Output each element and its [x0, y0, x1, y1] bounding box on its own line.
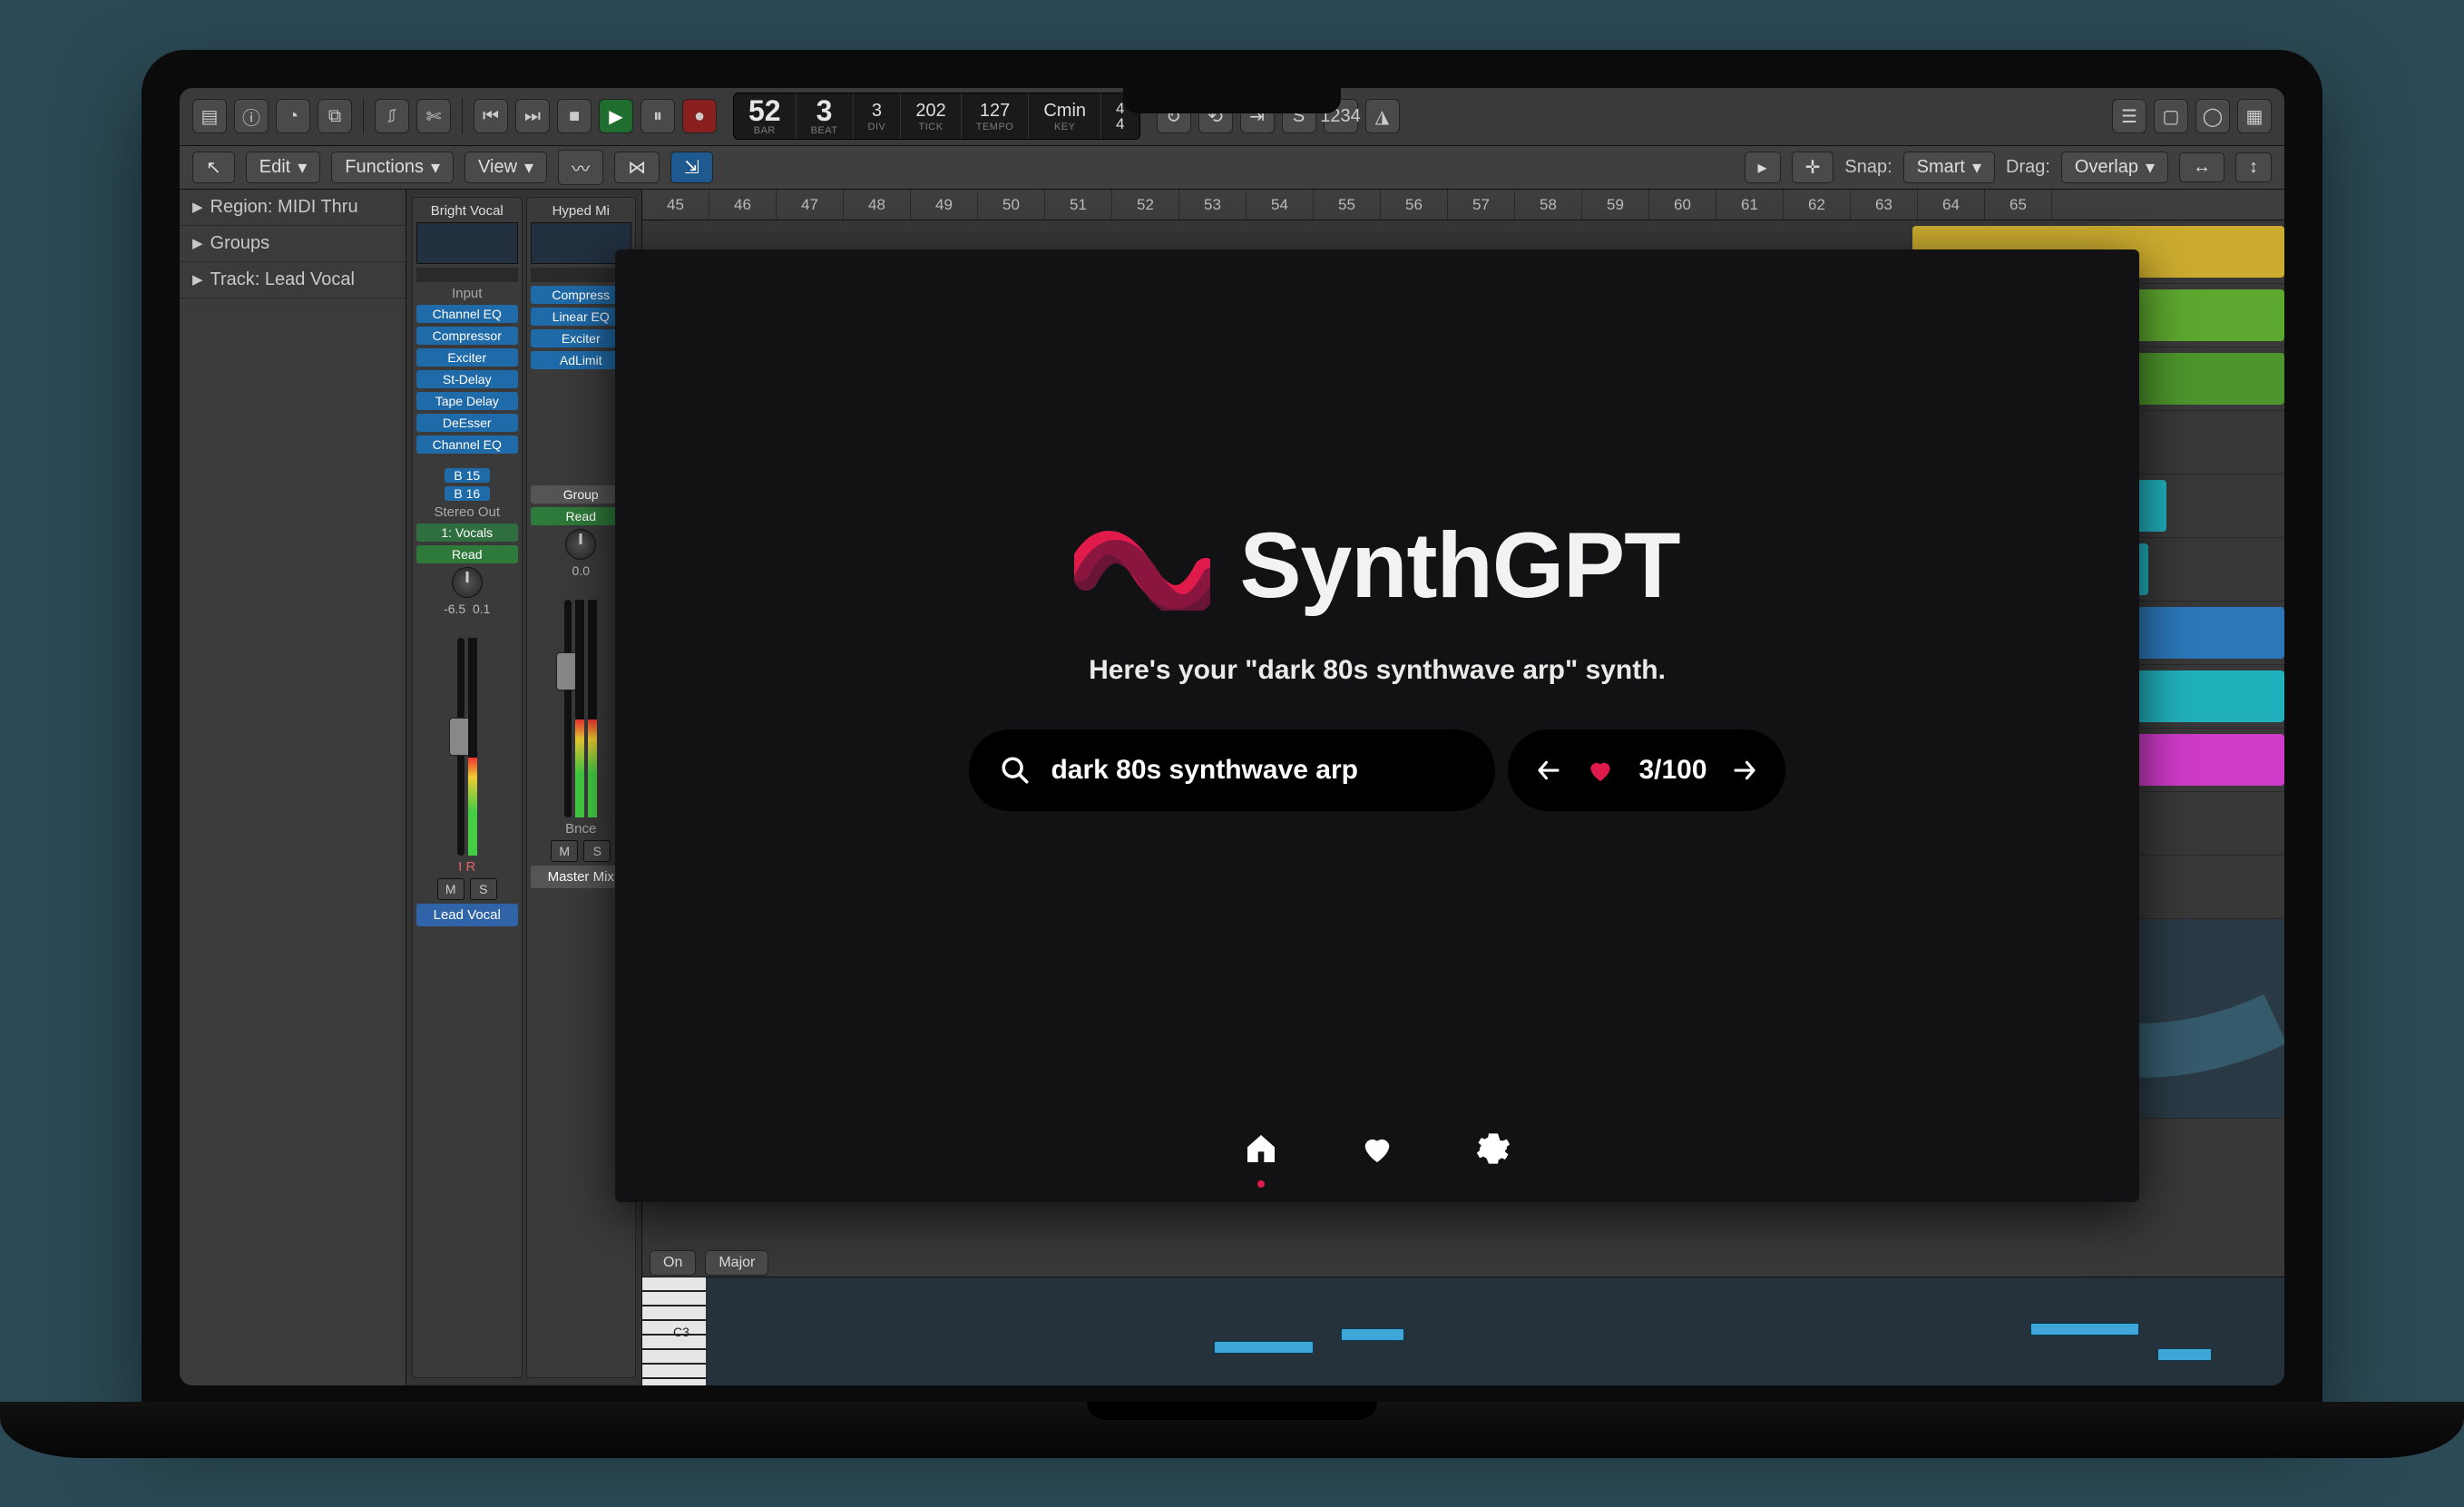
- nav-home-button[interactable]: [1243, 1130, 1279, 1171]
- nav-settings-button[interactable]: [1475, 1130, 1511, 1171]
- channel-name[interactable]: Lead Vocal: [416, 904, 518, 926]
- favorite-button[interactable]: [1586, 756, 1615, 785]
- snap-select[interactable]: Smart ▾: [1903, 152, 1995, 183]
- lcd-beat: 3: [816, 96, 833, 125]
- insert-slot[interactable]: Exciter: [416, 348, 518, 367]
- mute-button[interactable]: M: [551, 840, 578, 862]
- piano-on[interactable]: On: [650, 1250, 696, 1276]
- track-inspector[interactable]: ▶Track: Lead Vocal: [180, 262, 406, 298]
- insert-slot[interactable]: Channel EQ: [416, 305, 518, 323]
- forward-button[interactable]: ⏭: [515, 99, 550, 133]
- hzoom-icon[interactable]: ↔: [2179, 152, 2224, 182]
- snap-label: Snap:: [1844, 157, 1892, 178]
- pan-knob[interactable]: [452, 567, 483, 598]
- stop-button[interactable]: ■: [557, 99, 592, 133]
- wave-logo-icon: [1074, 520, 1210, 611]
- metronome-icon[interactable]: ◮: [1365, 99, 1400, 133]
- solo-button[interactable]: S: [470, 878, 497, 900]
- tool-marquee[interactable]: ✛: [1792, 152, 1834, 183]
- editors-icon[interactable]: ✄: [416, 99, 451, 133]
- edit-menu[interactable]: Edit ▾: [246, 152, 321, 183]
- transport-lcd[interactable]: 52BAR 3BEAT 3DIV 202TICK 127TEMPO CminKE…: [733, 93, 1140, 140]
- pointer-tool[interactable]: ↖: [192, 152, 235, 183]
- volume-fader[interactable]: [564, 600, 572, 817]
- gear-icon: [1475, 1130, 1511, 1167]
- drag-label: Drag:: [2006, 157, 2050, 178]
- laptop-notch: [1123, 88, 1341, 113]
- volume-fader[interactable]: [457, 638, 464, 856]
- view-menu[interactable]: View ▾: [464, 152, 547, 183]
- level-meter: [468, 638, 477, 856]
- nav-favorites-button[interactable]: [1359, 1130, 1395, 1171]
- channel-strip-lead-vocal: Bright Vocal Input Channel EQ Compressor…: [412, 197, 523, 1378]
- send-slot[interactable]: B 15: [445, 468, 490, 483]
- quicklook-icon[interactable]: ◔: [276, 99, 310, 133]
- vzoom-icon[interactable]: ↕: [2235, 152, 2272, 182]
- preset-counter: 3/100: [1638, 755, 1706, 786]
- group-slot[interactable]: 1: Vocals: [416, 524, 518, 542]
- brand-name: SynthGPT: [1239, 513, 1679, 619]
- region-inspector[interactable]: ▶Region: MIDI Thru: [180, 190, 406, 226]
- list-editors-icon[interactable]: ☰: [2112, 99, 2146, 133]
- channel-strips: Bright Vocal Input Channel EQ Compressor…: [406, 190, 642, 1385]
- lcd-bar: 52: [748, 96, 781, 125]
- play-button[interactable]: ▶: [599, 99, 633, 133]
- prev-preset-button[interactable]: [1535, 757, 1562, 784]
- tool-arrow[interactable]: ▸: [1745, 152, 1781, 183]
- automation-mode[interactable]: Read: [416, 545, 518, 563]
- home-icon: [1243, 1130, 1279, 1167]
- heart-icon: [1359, 1130, 1395, 1167]
- search-icon: [1000, 755, 1031, 786]
- notes-icon[interactable]: ▢: [2154, 99, 2188, 133]
- mute-button[interactable]: M: [437, 878, 464, 900]
- toolbar-icon[interactable]: ⧉: [318, 99, 352, 133]
- insert-slot[interactable]: DeEsser: [416, 414, 518, 432]
- record-button[interactable]: ●: [682, 99, 717, 133]
- automation-icon[interactable]: 〰: [558, 150, 603, 185]
- tracks-subbar: ↖ Edit ▾ Functions ▾ View ▾ 〰 ⋈ ⇲ ▸ ✛ Sn…: [180, 146, 2284, 190]
- laptop-mockup: ▤ ⓘ ◔ ⧉ ⎎ ✄ ⏮ ⏭ ■ ▶ ⏸ ● 52BAR 3B: [0, 50, 2464, 1458]
- next-preset-button[interactable]: [1731, 757, 1758, 784]
- level-meter: [575, 600, 584, 817]
- active-indicator-icon: [1257, 1180, 1265, 1188]
- synthgpt-plugin-window: SynthGPT Here's your "dark 80s synthwave…: [615, 250, 2139, 1202]
- synthgpt-logo: SynthGPT: [1074, 513, 1679, 619]
- lcd-div: 3: [872, 101, 882, 122]
- pause-button[interactable]: ⏸: [640, 99, 675, 133]
- prompt-pill: [969, 729, 1495, 811]
- lcd-tempo: 127: [980, 101, 1010, 122]
- prompt-input[interactable]: [1051, 755, 1464, 786]
- solo-button[interactable]: S: [583, 840, 611, 862]
- level-meter: [588, 600, 597, 817]
- piano-roll[interactable]: On Major C3: [642, 1277, 2284, 1385]
- laptop-base: [0, 1402, 2464, 1458]
- piano-scale[interactable]: Major: [705, 1250, 768, 1276]
- lcd-tick: 202: [915, 101, 945, 122]
- catch-icon[interactable]: ⇲: [670, 152, 713, 183]
- preset-nav-pill: 3/100: [1508, 729, 1784, 811]
- eq-thumbnail[interactable]: [416, 222, 518, 264]
- insert-slot[interactable]: Tape Delay: [416, 392, 518, 410]
- flex-icon[interactable]: ⋈: [614, 152, 660, 183]
- insert-slot[interactable]: Compressor: [416, 327, 518, 345]
- plugin-bottom-nav: [615, 1130, 2139, 1171]
- inspector-sidebar: ▶Region: MIDI Thru ▶Groups ▶Track: Lead …: [180, 190, 406, 1385]
- groups-inspector[interactable]: ▶Groups: [180, 226, 406, 262]
- mixer-icon[interactable]: ⎎: [375, 99, 409, 133]
- result-tagline: Here's your "dark 80s synthwave arp" syn…: [1089, 655, 1666, 686]
- insert-slot[interactable]: St-Delay: [416, 370, 518, 388]
- pan-knob[interactable]: [565, 529, 596, 560]
- send-slot[interactable]: B 16: [445, 486, 490, 501]
- lcd-key: Cmin: [1043, 101, 1086, 122]
- drag-select[interactable]: Overlap ▾: [2061, 152, 2168, 183]
- bar-ruler[interactable]: 4546474849505152535455565758596061626364…: [642, 190, 2284, 220]
- inspector-icon[interactable]: ⓘ: [234, 99, 269, 133]
- library-icon[interactable]: ▤: [192, 99, 227, 133]
- rewind-button[interactable]: ⏮: [474, 99, 508, 133]
- screen: ▤ ⓘ ◔ ⧉ ⎎ ✄ ⏮ ⏭ ■ ▶ ⏸ ● 52BAR 3B: [180, 88, 2284, 1385]
- functions-menu[interactable]: Functions ▾: [331, 152, 454, 183]
- insert-slot[interactable]: Channel EQ: [416, 435, 518, 454]
- browser-icon[interactable]: ▦: [2237, 99, 2272, 133]
- loops-icon[interactable]: ◯: [2195, 99, 2230, 133]
